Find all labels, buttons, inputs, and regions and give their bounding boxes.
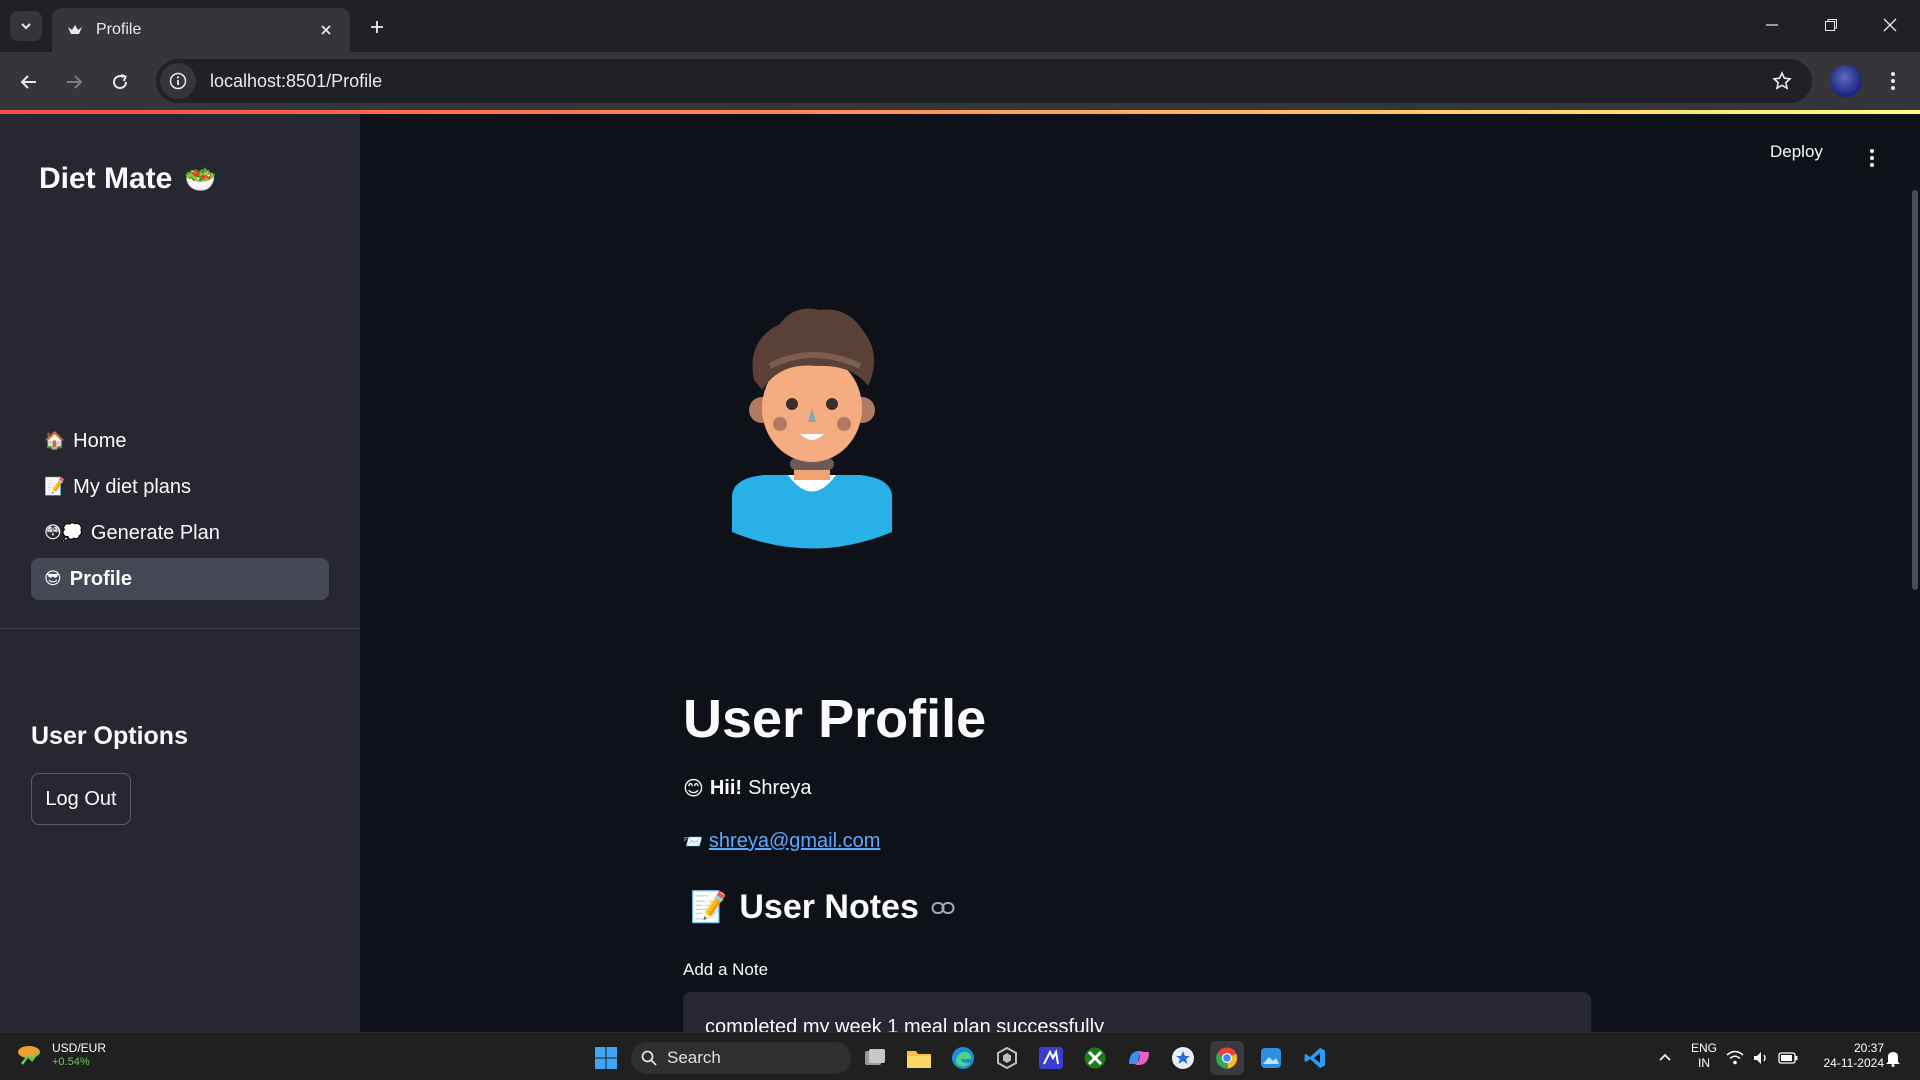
plus-icon	[371, 21, 383, 33]
sidebar-divider	[0, 628, 360, 629]
bookmark-star-icon[interactable]	[1762, 61, 1802, 101]
sunglasses-face-icon: 😎	[44, 569, 62, 588]
restore-button[interactable]	[1803, 8, 1859, 42]
xbox-icon[interactable]	[1078, 1041, 1112, 1075]
restore-icon	[1825, 19, 1837, 31]
profile-avatar[interactable]	[1830, 65, 1862, 97]
email-link[interactable]: shreya@gmail.com	[709, 830, 880, 853]
sidebar-item-my-diet-plans[interactable]: 📝 My diet plans	[31, 466, 329, 508]
anchor-link-icon[interactable]	[931, 901, 955, 915]
windows-start-icon[interactable]	[589, 1041, 623, 1075]
tab-search-button[interactable]	[10, 11, 42, 41]
smiling-face-icon: 😊	[683, 778, 704, 800]
forward-button[interactable]	[54, 62, 94, 102]
tab-title: Profile	[96, 21, 142, 38]
app-brand: Diet Mate 🥗	[39, 162, 217, 196]
task-view-icon[interactable]	[858, 1041, 892, 1075]
app-hexagon-icon[interactable]	[990, 1041, 1024, 1075]
brand-title: Diet Mate	[39, 162, 173, 195]
close-tab-icon[interactable]	[316, 20, 336, 40]
kebab-menu-icon	[1891, 72, 1895, 90]
copilot-icon[interactable]	[1122, 1041, 1156, 1075]
system-tray-status[interactable]	[1722, 1041, 1802, 1075]
page-scrollbar[interactable]	[1912, 190, 1918, 590]
photos-icon[interactable]	[1254, 1041, 1288, 1075]
app-menu-button[interactable]	[1860, 144, 1884, 172]
wifi-icon	[1726, 1050, 1744, 1065]
vscode-icon[interactable]	[1298, 1041, 1332, 1075]
sidebar-nav: 🏠 Home 📝 My diet plans 😳💭 Generate Plan …	[31, 420, 329, 604]
notes-heading-text: User Notes	[739, 888, 919, 926]
memo-icon: 📝	[44, 477, 66, 496]
minimize-button[interactable]	[1744, 8, 1800, 42]
file-explorer-icon[interactable]	[902, 1041, 936, 1075]
sidebar-item-label: My diet plans	[73, 475, 192, 498]
close-window-button[interactable]	[1862, 8, 1918, 42]
greeting: 😊 Hii! Shreya	[683, 776, 811, 801]
clock-date: 24-11-2024	[1823, 1056, 1885, 1070]
new-tab-button[interactable]	[362, 12, 392, 42]
arrow-right-icon	[67, 75, 83, 89]
streamlit-crown-icon	[66, 21, 84, 39]
browser-tab-profile[interactable]: Profile	[52, 8, 350, 52]
reload-icon	[113, 74, 128, 90]
deploy-button[interactable]: Deploy	[1770, 142, 1823, 162]
battery-icon	[1778, 1052, 1798, 1064]
reload-button[interactable]	[100, 62, 140, 102]
chevron-down-icon	[21, 23, 31, 30]
user-notes-heading: 📝 User Notes	[690, 888, 955, 927]
language-code: ENG	[1690, 1041, 1717, 1055]
note-textarea[interactable]: completed my week 1 meal plan successful…	[683, 992, 1591, 1032]
browser-tab-bar: Profile	[0, 0, 1920, 52]
sidebar-item-label: Home	[73, 429, 127, 452]
greeting-bold: Hii!	[709, 777, 743, 799]
region-code: IN	[1698, 1056, 1710, 1070]
notification-bell-icon[interactable]	[1878, 1041, 1908, 1075]
sidebar-item-label: Profile	[69, 567, 132, 590]
url-text[interactable]: localhost:8501/Profile	[210, 71, 1762, 92]
salad-icon: 🥗	[184, 163, 217, 194]
minimize-icon	[1766, 24, 1778, 26]
volume-icon	[1754, 1052, 1766, 1064]
page-title: User Profile	[683, 689, 987, 749]
clock-time: 20:37	[1853, 1041, 1884, 1055]
sidebar-item-label: Generate Plan	[90, 521, 220, 544]
note-input-label: Add a Note	[683, 960, 769, 979]
memo-icon: 📝	[690, 891, 728, 924]
browser-menu-button[interactable]	[1878, 64, 1908, 98]
chevron-up-icon[interactable]	[1648, 1041, 1682, 1075]
house-icon: 🏠	[44, 431, 66, 450]
back-button[interactable]	[9, 62, 49, 102]
sidebar-item-home[interactable]: 🏠 Home	[31, 420, 329, 462]
taskbar-search[interactable]: Search	[631, 1042, 851, 1074]
ticker-change: +0.54%	[52, 1056, 90, 1068]
envelope-icon: 📨	[683, 833, 703, 851]
search-icon	[641, 1050, 657, 1066]
windows-taskbar: USD/EUR +0.54% Search ENG IN 20:37 24-11…	[0, 1032, 1920, 1080]
user-options-heading: User Options	[31, 722, 188, 750]
chrome-icon[interactable]	[1210, 1041, 1244, 1075]
close-icon	[1883, 18, 1897, 32]
sidebar-item-profile[interactable]: 😎 Profile	[31, 558, 329, 600]
thinking-face-icon: 😳💭	[44, 523, 83, 542]
arrow-left-icon	[20, 75, 36, 89]
currency-chart-icon	[18, 1045, 40, 1065]
address-bar[interactable]: localhost:8501/Profile	[156, 59, 1812, 103]
sidebar-item-generate-plan[interactable]: 😳💭 Generate Plan	[31, 512, 329, 554]
kebab-menu-icon	[1870, 149, 1874, 167]
stock-widget[interactable]: USD/EUR +0.54%	[16, 1041, 106, 1068]
language-indicator[interactable]: ENG IN	[1690, 1041, 1718, 1071]
ticker-symbol: USD/EUR	[52, 1041, 107, 1055]
search-label: Search	[667, 1048, 721, 1067]
logout-button[interactable]: Log Out	[31, 773, 131, 825]
clock[interactable]: 20:37 24-11-2024	[1808, 1041, 1885, 1071]
email-row: 📨 shreya@gmail.com	[683, 830, 880, 853]
edge-browser-icon[interactable]	[946, 1041, 980, 1075]
site-info-icon[interactable]	[160, 63, 196, 99]
app-store-icon[interactable]	[1166, 1041, 1200, 1075]
user-name: Shreya	[748, 777, 812, 799]
user-avatar-illustration	[732, 308, 892, 549]
browser-toolbar: localhost:8501/Profile	[0, 52, 1920, 110]
visual-studio-icon[interactable]	[1034, 1041, 1068, 1075]
